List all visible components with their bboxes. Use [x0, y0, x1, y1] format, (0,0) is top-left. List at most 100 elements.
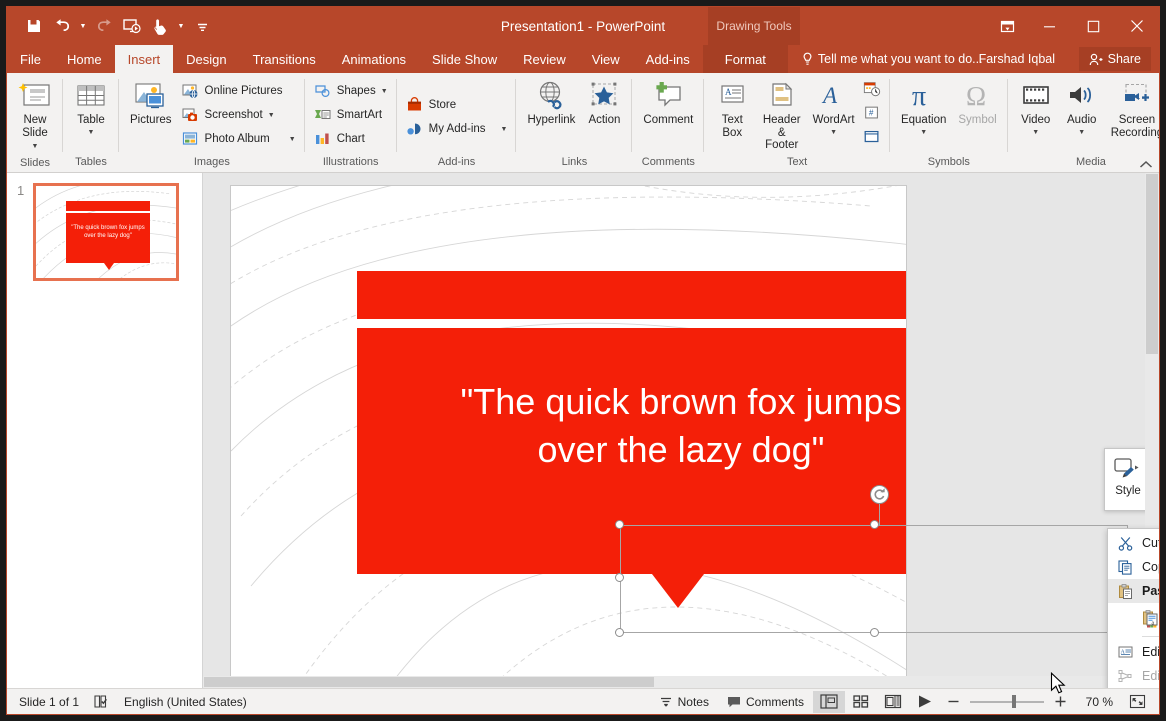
tab-insert[interactable]: Insert — [115, 45, 174, 73]
fit-slide-to-window-icon[interactable] — [1121, 691, 1153, 713]
collapse-ribbon-button[interactable] — [1139, 160, 1153, 170]
thumbnail-wrapper[interactable]: "The quick brown fox jumps over the lazy… — [33, 183, 179, 281]
text-box-button[interactable]: A Text Box — [709, 76, 755, 141]
audio-dropdown-icon[interactable]: ▼ — [1078, 127, 1085, 140]
tab-file[interactable]: File — [7, 45, 54, 73]
undo-icon[interactable] — [49, 13, 75, 39]
tab-home[interactable]: Home — [54, 45, 115, 73]
reading-view-icon[interactable] — [877, 691, 909, 713]
context-menu-item-edit-text[interactable]: A Edit Text — [1108, 640, 1159, 664]
ribbon-group-text: A Text Box Header & Footer A WordA — [704, 73, 890, 172]
slide-sorter-view-icon[interactable] — [845, 691, 877, 713]
header-footer-button[interactable]: Header & Footer — [755, 76, 808, 154]
close-button[interactable] — [1115, 9, 1159, 43]
my-addins-dropdown-icon[interactable]: ▼ — [501, 126, 508, 133]
shapes-dropdown-icon[interactable]: ▼ — [381, 88, 388, 95]
screenshot-button[interactable]: Screenshot ▼ — [178, 103, 300, 127]
zoom-slider[interactable] — [970, 691, 1044, 713]
pictures-button[interactable]: Pictures — [124, 76, 178, 129]
new-slide-button[interactable]: New Slide ▼ — [12, 76, 58, 156]
customize-quick-access-icon[interactable] — [189, 13, 215, 39]
ribbon-display-options-icon[interactable] — [987, 9, 1027, 43]
video-dropdown-icon[interactable]: ▼ — [1032, 127, 1039, 140]
table-dropdown-icon[interactable]: ▼ — [88, 127, 95, 140]
slide-canvas[interactable]: "The quick brown fox jumps over the lazy… — [230, 185, 907, 688]
tab-format[interactable]: Format — [703, 45, 788, 73]
shapes-button[interactable]: Shapes ▼ — [310, 79, 392, 103]
equation-dropdown-icon[interactable]: ▼ — [920, 127, 927, 140]
wordart-label: WordArt — [813, 114, 855, 127]
tab-design[interactable]: Design — [173, 45, 239, 73]
save-icon[interactable] — [21, 13, 47, 39]
photo-album-dropdown-icon[interactable]: ▼ — [289, 136, 296, 143]
date-time-button[interactable] — [859, 78, 885, 100]
notes-button[interactable]: Notes — [650, 690, 718, 714]
context-menu-item-copy[interactable]: Copy — [1108, 555, 1159, 579]
header-footer-label-1: Header — [763, 114, 801, 127]
ribbon-group-addins: Store My Add-ins ▼ Add-ins — [397, 73, 517, 172]
context-menu-separator-1 — [1142, 636, 1159, 637]
audio-icon — [1067, 78, 1097, 114]
hyperlink-button[interactable]: Hyperlink — [521, 76, 581, 129]
smartart-button[interactable]: SmartArt — [310, 103, 392, 127]
minimize-button[interactable] — [1027, 9, 1071, 43]
redo-icon[interactable] — [91, 13, 117, 39]
zoom-level-label[interactable]: 70 % — [1073, 695, 1113, 709]
audio-button[interactable]: Audio ▼ — [1059, 76, 1105, 141]
chart-button[interactable]: Chart — [310, 127, 392, 151]
editor-horizontal-scrollbar[interactable] — [203, 676, 1145, 688]
user-name[interactable]: Farshad Iqbal — [979, 45, 1055, 73]
tab-add-ins[interactable]: Add-ins — [633, 45, 703, 73]
touch-mouse-mode-icon[interactable] — [147, 13, 173, 39]
tab-animations[interactable]: Animations — [329, 45, 419, 73]
tell-me-box[interactable]: Tell me what you want to do... — [802, 45, 983, 73]
slide-number-button[interactable]: # — [859, 102, 885, 124]
touch-mode-dropdown-icon[interactable]: ▼ — [175, 23, 187, 30]
zoom-out-button[interactable] — [941, 690, 966, 714]
editor-horizontal-scroll-thumb[interactable] — [204, 677, 654, 687]
language-label[interactable]: English (United States) — [124, 695, 247, 709]
my-addins-button[interactable]: My Add-ins ▼ — [402, 117, 512, 141]
tab-transitions[interactable]: Transitions — [240, 45, 329, 73]
tab-view[interactable]: View — [579, 45, 633, 73]
photo-album-button[interactable]: Photo Album ▼ — [178, 127, 300, 151]
maximize-button[interactable] — [1071, 9, 1115, 43]
wordart-button[interactable]: A WordArt ▼ — [808, 76, 859, 141]
video-button[interactable]: Video ▼ — [1013, 76, 1059, 141]
context-menu-item-edit-points[interactable]: Edit Points — [1108, 664, 1159, 688]
wordart-dropdown-icon[interactable]: ▼ — [830, 127, 837, 140]
shape-context-menu[interactable]: Cut Copy Paste Options: a — [1107, 528, 1159, 688]
online-pictures-button[interactable]: Online Pictures — [178, 79, 300, 103]
thumbnail-pane-scrollbar[interactable] — [192, 173, 202, 688]
equation-button[interactable]: π Equation ▼ — [895, 76, 952, 141]
zoom-slider-knob[interactable] — [1012, 695, 1016, 708]
editor-vertical-scroll-thumb[interactable] — [1146, 174, 1158, 354]
spellcheck-icon[interactable] — [93, 694, 110, 709]
paste-destination-theme-icon[interactable]: a — [1142, 609, 1159, 628]
table-button[interactable]: Table ▼ — [68, 76, 114, 141]
tell-me-label: Tell me what you want to do... — [818, 52, 983, 66]
slide-thumbnail-1[interactable]: "The quick brown fox jumps over the lazy… — [33, 183, 179, 281]
slide-count-label[interactable]: Slide 1 of 1 — [19, 695, 79, 709]
main-area: 1 — [7, 173, 1159, 688]
comment-button[interactable]: Comment — [637, 76, 699, 129]
context-menu-item-cut[interactable]: Cut — [1108, 531, 1159, 555]
undo-dropdown-icon[interactable]: ▼ — [77, 23, 89, 30]
tab-review[interactable]: Review — [510, 45, 579, 73]
store-button[interactable]: Store — [402, 93, 512, 117]
symbol-icon: Ω — [962, 78, 994, 114]
start-from-beginning-icon[interactable] — [119, 13, 145, 39]
share-button[interactable]: Share — [1079, 47, 1151, 71]
comments-button[interactable]: Comments — [718, 690, 813, 714]
slide-shape-top-bar[interactable] — [357, 271, 907, 319]
screen-recording-button[interactable]: Screen Recording — [1105, 76, 1160, 141]
screenshot-dropdown-icon[interactable]: ▼ — [268, 112, 275, 119]
object-button[interactable] — [859, 126, 885, 148]
slide-show-view-icon[interactable] — [909, 691, 941, 713]
pictures-icon — [133, 78, 169, 114]
tab-slide-show[interactable]: Slide Show — [419, 45, 510, 73]
symbol-button[interactable]: Ω Symbol — [952, 76, 1002, 129]
smartart-label: SmartArt — [337, 109, 382, 121]
normal-view-icon[interactable] — [813, 691, 845, 713]
action-button[interactable]: Action — [581, 76, 627, 129]
